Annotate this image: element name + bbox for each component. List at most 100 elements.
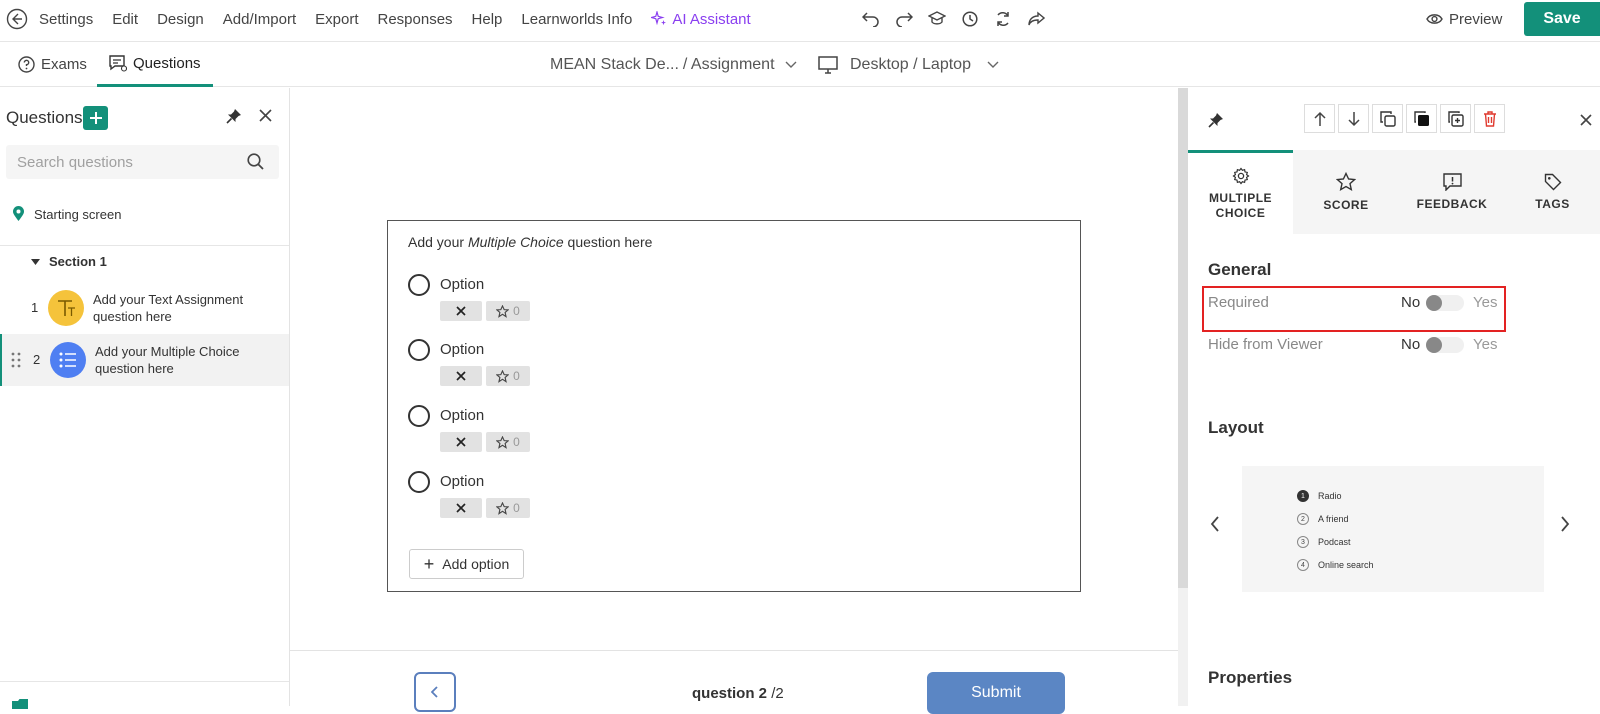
menu-learnworlds-info[interactable]: Learnworlds Info [521,11,632,28]
starting-screen-label: Starting screen [34,206,122,222]
section-header[interactable]: Section 1 [31,254,107,269]
question-card[interactable]: Add your Multiple Choice question here O… [387,220,1081,592]
option-score-value: 0 [513,435,520,449]
save-button[interactable]: Save [1524,2,1600,36]
tab-multiple-choice[interactable]: MULTIPLE CHOICE [1188,150,1293,234]
menu-add-import[interactable]: Add/Import [223,11,296,28]
drag-handle-icon[interactable] [11,352,21,368]
layout-preview-number: 4 [1297,559,1309,571]
search-questions-input[interactable] [6,145,279,179]
tab-tags[interactable]: TAGS [1505,150,1600,234]
properties-panel: MULTIPLE CHOICE SCORE FEEDBACK TAGS Gener… [1188,88,1600,706]
plus-icon [89,112,102,124]
delete-option-button[interactable] [440,432,482,452]
add-copy-icon[interactable] [1440,104,1471,133]
option-label[interactable]: Option [440,473,484,490]
layout-heading: Layout [1208,418,1264,437]
question-list-item[interactable]: 1 Add your Text Assignment question here [0,282,289,334]
chevron-left-icon[interactable] [1210,516,1220,532]
radio-button[interactable] [408,274,430,296]
move-down-icon[interactable] [1338,104,1369,133]
answer-option[interactable]: Option 0 [408,336,608,396]
share-icon[interactable] [1025,8,1047,30]
starting-screen-item[interactable]: Starting screen [12,206,121,222]
submit-button[interactable]: Submit [927,672,1065,714]
tab-multiple-choice-label: MULTIPLE CHOICE [1208,190,1273,220]
tab-feedback[interactable]: FEEDBACK [1399,150,1505,234]
tab-questions[interactable]: Questions [97,42,213,87]
question-list-item[interactable]: 2 Add your Multiple Choice question here [0,334,289,386]
back-arrow-icon[interactable] [6,8,28,30]
delete-option-button[interactable] [440,366,482,386]
close-icon[interactable] [1580,114,1592,126]
highlight-box [1202,286,1506,332]
close-icon [456,503,466,513]
menu-design[interactable]: Design [157,11,204,28]
refresh-icon[interactable] [992,8,1014,30]
option-label[interactable]: Option [440,407,484,424]
menu-help[interactable]: Help [472,11,503,28]
option-score[interactable]: 0 [486,498,530,518]
undo-icon[interactable] [860,8,882,30]
tab-exams[interactable]: Exams [18,42,87,87]
chevron-right-icon[interactable] [1560,516,1570,532]
radio-button[interactable] [408,471,430,493]
close-icon [456,306,466,316]
option-label[interactable]: Option [440,276,484,293]
trash-icon[interactable] [1474,104,1505,133]
answer-option[interactable]: Option 0 [408,271,608,331]
add-option-button[interactable]: + Add option [409,549,524,579]
preview-button[interactable]: Preview [1426,8,1502,30]
question-title: Add your Text Assignment question here [93,292,244,324]
move-up-icon[interactable] [1304,104,1335,133]
menu-ai-assistant[interactable]: AI Assistant [651,11,769,28]
tab-score[interactable]: SCORE [1293,150,1399,234]
pin-icon[interactable] [226,108,242,125]
radio-button[interactable] [408,339,430,361]
star-icon [1336,172,1356,192]
main-menu: Settings Edit Design Add/Import Export R… [39,0,789,38]
tab-score-label: SCORE [1323,198,1369,212]
duplicate-icon[interactable] [1406,104,1437,133]
redo-icon[interactable] [893,8,915,30]
option-label[interactable]: Option [440,341,484,358]
clock-icon[interactable] [959,8,981,30]
plus-icon: + [423,553,435,574]
answer-option[interactable]: Option 0 [408,402,608,462]
menu-edit[interactable]: Edit [112,11,138,28]
caret-down-icon [31,258,40,265]
delete-option-button[interactable] [440,301,482,321]
menu-settings[interactable]: Settings [39,11,93,28]
device-selector[interactable]: Desktop / Laptop [818,42,999,87]
option-score[interactable]: 0 [486,301,530,321]
pin-icon[interactable] [1208,112,1224,129]
yes-label: Yes [1473,336,1498,353]
feedback-icon [1442,173,1462,191]
layout-preview-number: 3 [1297,536,1309,548]
menu-responses[interactable]: Responses [378,11,453,28]
divider [290,650,1178,651]
radio-button[interactable] [408,405,430,427]
menu-export[interactable]: Export [315,11,358,28]
previous-question-button[interactable] [414,672,456,712]
question-prompt[interactable]: Add your Multiple Choice question here [408,234,652,250]
option-score[interactable]: 0 [486,432,530,452]
search-icon[interactable] [247,153,264,170]
question-title: Add your Multiple Choice question here [95,344,240,376]
graduation-cap-icon[interactable] [926,8,948,30]
layout-preview-card[interactable]: 1 Radio 2 A friend 3 Podcast 4 Online search [1242,466,1544,592]
layout-preview-option: 4 Online search [1297,559,1374,571]
toolbar [860,8,1058,30]
option-score-value: 0 [513,369,520,383]
scrollbar-thumb[interactable] [1178,88,1188,588]
delete-option-button[interactable] [440,498,482,518]
hide-from-viewer-toggle[interactable] [1426,337,1464,353]
answer-option[interactable]: Option 0 [408,468,608,528]
add-question-button[interactable] [83,106,108,130]
breadcrumb[interactable]: MEAN Stack De... / Assignment [550,42,797,87]
sparkle-icon [651,11,667,26]
close-icon[interactable] [259,109,272,122]
copy-icon[interactable] [1372,104,1403,133]
option-score[interactable]: 0 [486,366,530,386]
question-number: 2 [33,352,41,367]
